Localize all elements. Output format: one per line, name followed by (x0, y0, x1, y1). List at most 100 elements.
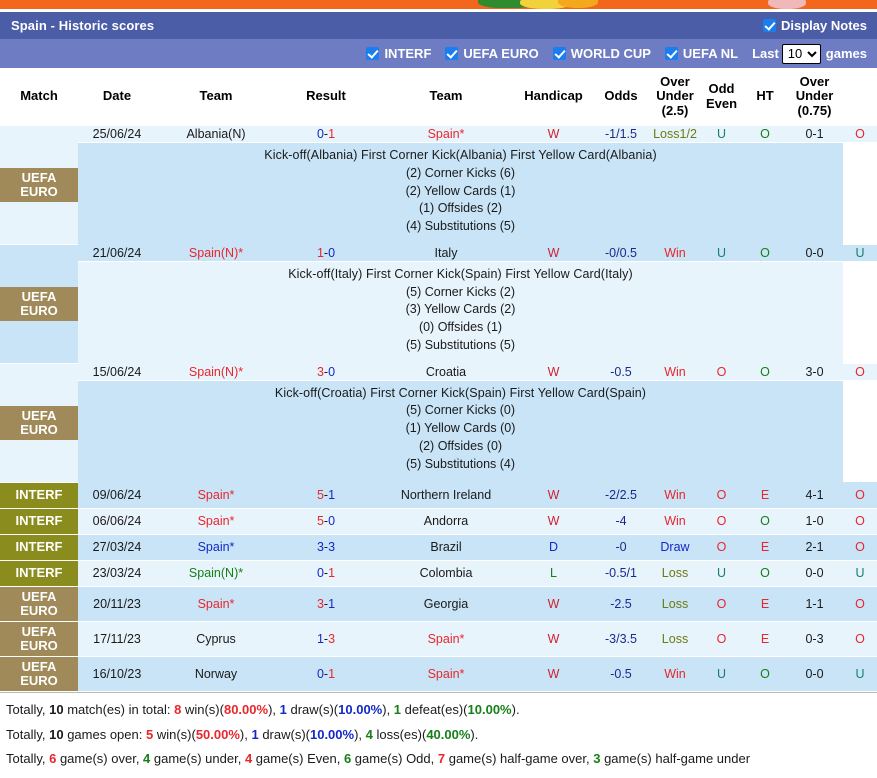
cell-wdl: W (516, 508, 591, 535)
col-match: Match (0, 68, 78, 126)
cell-away-team: Brazil (376, 534, 516, 561)
uefa-euro-checkbox-icon[interactable] (445, 47, 459, 60)
cell-ht: 0-0 (786, 656, 843, 692)
s1-t7: defeat(es)( (401, 701, 468, 717)
cell-result[interactable]: 5-1 (276, 482, 376, 509)
cell-date: 25/06/24 (78, 126, 156, 143)
s1-draw-pct: 10.00% (338, 701, 383, 717)
s1-t8: ). (511, 701, 520, 717)
cell-over-under-25: U (699, 126, 744, 143)
note-headline: Kick-off(Croatia) First Corner Kick(Spai… (274, 385, 647, 400)
filter-uefa-nl[interactable]: UEFA NL (664, 46, 739, 61)
filter-uefa-euro[interactable]: UEFA EURO (445, 46, 539, 61)
uefa-nl-checkbox-icon[interactable] (664, 47, 678, 60)
cell-date: 20/11/23 (78, 586, 156, 622)
competition-badge: UEFA EURO (0, 586, 78, 621)
cell-handicap: -0/0.5 (591, 244, 651, 262)
table-row[interactable]: INTERF 23/03/24 Spain(N)* 0-1 Colombia L -0.5/… (0, 560, 877, 587)
cell-over-under-25: U (699, 244, 744, 262)
col-ht: HT (744, 68, 786, 126)
cell-odd-even: E (744, 586, 786, 622)
table-row[interactable]: INTERF 06/06/24 Spain* 5-0 Andorra W -4 Win O O 1-… (0, 508, 877, 535)
table-row[interactable]: UEFA EURO 25/06/24 Albania(N) 0-1 Spain* W -1/1… (0, 126, 877, 246)
cell-result[interactable]: 0-1 (276, 126, 376, 143)
col-ou25-line2: Under (656, 88, 694, 104)
s2-total-count: 10 (49, 726, 64, 742)
cell-result[interactable]: 3-1 (276, 586, 376, 622)
table-row[interactable]: INTERF 09/06/24 Spain* 5-1 Northern Ireland W… (0, 482, 877, 509)
cell-date: 15/06/24 (78, 363, 156, 381)
display-notes-checkbox-icon[interactable] (763, 19, 777, 32)
cell-odds: Win (651, 508, 699, 535)
banner-decoration-icon (768, 0, 806, 9)
display-notes-toggle[interactable]: Display Notes (763, 18, 867, 33)
summary-footer: Totally, 10 match(es) in total: 8 win(s)… (0, 691, 877, 776)
table-row[interactable]: UEFA EURO 21/06/24 Spain(N)* 1-0 Italy W -0/0.5… (0, 244, 877, 364)
s2-t2: games open: (63, 726, 146, 742)
competition-badge: UEFA EURO (0, 168, 78, 203)
summary-line-open: Totally, 10 games open: 5 win(s)(50.00%)… (6, 723, 877, 748)
cell-wdl: W (516, 363, 591, 381)
cell-result[interactable]: 0-1 (276, 656, 376, 692)
cell-over-under-075: O (843, 126, 877, 143)
s2-win-pct: 50.00% (195, 726, 240, 742)
cell-odd-even: O (744, 560, 786, 587)
filter-uefa-nl-label: UEFA NL (682, 46, 739, 61)
world-cup-checkbox-icon[interactable] (552, 47, 566, 60)
interf-checkbox-icon[interactable] (366, 47, 380, 60)
table-note-row: Kick-off(Albania) First Corner Kick(Alba… (0, 142, 877, 245)
cell-wdl: D (516, 534, 591, 561)
table-row[interactable]: UEFA EURO 16/10/23 Norway 0-1 Spain* W -0.5 Win U… (0, 656, 877, 692)
cell-result[interactable]: 3-3 (276, 534, 376, 561)
cell-away-team: Spain* (376, 126, 516, 143)
cell-odds: Win (651, 482, 699, 509)
s1-win-pct: 80.00% (223, 701, 269, 717)
cell-wdl: W (516, 244, 591, 262)
cell-ht: 0-0 (786, 560, 843, 587)
table-note-row: Kick-off(Croatia) First Corner Kick(Spai… (0, 380, 877, 483)
filter-world-cup[interactable]: WORLD CUP (552, 46, 651, 61)
filter-interf[interactable]: INTERF (366, 46, 431, 61)
table-row[interactable]: UEFA EURO 20/11/23 Spain* 3-1 Georgia W -2.5 Los… (0, 586, 877, 622)
cell-handicap: -1/1.5 (591, 126, 651, 143)
col-over-under-25: Over Under (2.5) (651, 68, 699, 126)
cell-result[interactable]: 1-0 (276, 244, 376, 262)
note-stat-line: (1) Yellow Cards (0) (405, 421, 516, 435)
cell-result[interactable]: 0-1 (276, 560, 376, 587)
s2-t4: ), (239, 726, 252, 742)
s1-total-count: 10 (49, 701, 64, 717)
historic-scores-page: Spain - Historic scores Display Notes IN… (0, 0, 877, 778)
cell-over-under-075: O (843, 508, 877, 535)
table-row[interactable]: UEFA EURO 15/06/24 Spain(N)* 3-0 Croatia W -0.5… (0, 363, 877, 483)
competition-badge-cell: UEFA EURO (0, 656, 78, 692)
s2-t6: ), (354, 726, 366, 742)
cell-handicap: -4 (591, 508, 651, 535)
cell-handicap: -0.5/1 (591, 560, 651, 587)
cell-ht: 1-0 (786, 508, 843, 535)
s2-t8: ). (470, 726, 479, 742)
cell-home-team: Spain(N)* (156, 363, 276, 381)
filter-uefa-euro-label: UEFA EURO (463, 46, 539, 61)
cell-wdl: W (516, 482, 591, 509)
table-note-row: Kick-off(Italy) First Corner Kick(Spain)… (0, 261, 877, 364)
cell-odd-even: O (744, 508, 786, 535)
table-row[interactable]: UEFA EURO 17/11/23 Cyprus 1-3 Spain* W -3/3.5 Lo… (0, 621, 877, 657)
cell-result[interactable]: 1-3 (276, 621, 376, 657)
cell-odds: Loss (651, 586, 699, 622)
historic-scores-table: Match Date Team Result Team Handicap Odd… (0, 68, 877, 692)
summary-line-overunder: Totally, 6 game(s) over, 4 game(s) under… (6, 747, 877, 772)
table-row[interactable]: INTERF 27/03/24 Spain* 3-3 Brazil D -0 Draw O E 2-… (0, 534, 877, 561)
games-count-select[interactable]: 5102030 (781, 43, 821, 64)
cell-result[interactable]: 5-0 (276, 508, 376, 535)
table-header-row: Match Date Team Result Team Handicap Odd… (0, 68, 877, 126)
cell-over-under-25: O (699, 363, 744, 381)
cell-ht: 1-1 (786, 586, 843, 622)
cell-over-under-075: O (843, 534, 877, 561)
col-result: Result (276, 68, 376, 126)
cell-over-under-075: O (843, 586, 877, 622)
last-games-label: Last (752, 46, 779, 61)
col-away-team: Team (376, 68, 516, 126)
cell-result[interactable]: 3-0 (276, 363, 376, 381)
s1-t2: match(es) in total: (63, 701, 175, 717)
competition-badge-cell: INTERF (0, 534, 78, 561)
